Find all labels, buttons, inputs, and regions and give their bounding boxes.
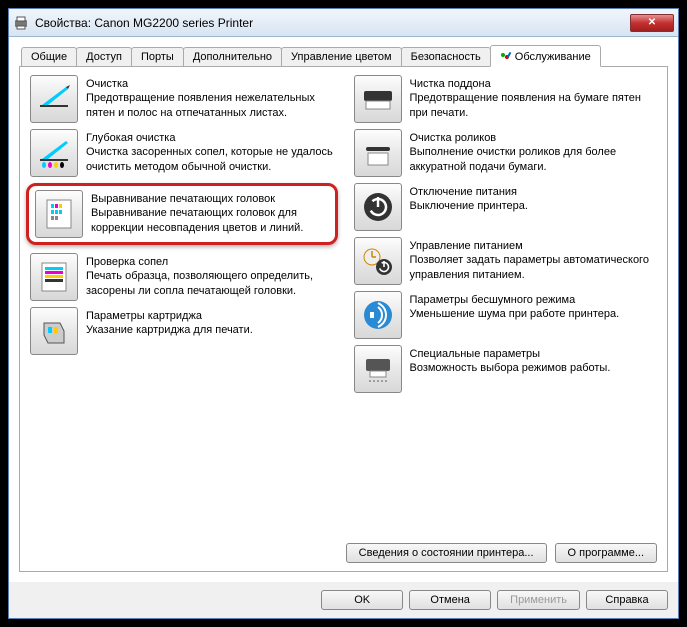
item-title: Выравнивание печатающих головок — [91, 192, 329, 206]
tools-icon — [500, 52, 512, 62]
panel-bottom-row: Сведения о состоянии принтера... О прогр… — [30, 535, 657, 563]
item-desc: Позволяет задать параметры автоматическо… — [410, 253, 658, 282]
titlebar: Свойства: Canon MG2200 series Printer ✕ — [9, 9, 678, 37]
plate-cleaning-button[interactable] — [354, 75, 402, 123]
nozzle-page-icon — [36, 259, 72, 295]
item-desc: Выключение принтера. — [410, 199, 658, 213]
item-text: Параметры бесшумного режима Уменьшение ш… — [410, 291, 658, 322]
about-button[interactable]: О программе... — [555, 543, 657, 563]
item-text: Чистка поддона Предотвращение появления … — [410, 75, 658, 120]
printer-icon — [13, 15, 29, 31]
item-desc: Выравнивание печатающих головок для корр… — [91, 206, 329, 235]
item-special-params: Специальные параметры Возможность выбора… — [354, 345, 658, 393]
item-power-management: Управление питанием Позволяет задать пар… — [354, 237, 658, 285]
apply-button[interactable]: Применить — [497, 590, 580, 610]
item-power-off: Отключение питания Выключение принтера. — [354, 183, 658, 231]
item-text: Управление питанием Позволяет задать пар… — [410, 237, 658, 282]
cancel-button[interactable]: Отмена — [409, 590, 491, 610]
alignment-page-icon — [41, 196, 77, 232]
item-desc: Уменьшение шума при работе принтера. — [410, 307, 658, 321]
item-deep-cleaning: Глубокая очистка Очистка засоренных сопе… — [30, 129, 334, 177]
cartridge-button[interactable] — [30, 307, 78, 355]
item-desc: Указание картриджа для печати. — [86, 323, 334, 337]
item-desc: Возможность выбора режимов работы. — [410, 361, 658, 375]
item-alignment-highlighted: Выравнивание печатающих головок Выравнив… — [26, 183, 338, 245]
item-text: Параметры картриджа Указание картриджа д… — [86, 307, 334, 338]
item-text: Проверка сопел Печать образца, позволяющ… — [86, 253, 334, 298]
item-desc: Печать образца, позволяющего определить,… — [86, 269, 334, 298]
item-text: Специальные параметры Возможность выбора… — [410, 345, 658, 376]
left-column: Очистка Предотвращение появления нежелат… — [30, 75, 334, 535]
wiper-icon — [36, 81, 72, 117]
item-nozzle-check: Проверка сопел Печать образца, позволяющ… — [30, 253, 334, 301]
alignment-button[interactable] — [35, 190, 83, 238]
close-icon: ✕ — [648, 17, 656, 28]
item-title: Очистка роликов — [410, 131, 658, 145]
help-button[interactable]: Справка — [586, 590, 668, 610]
item-roller-cleaning: Очистка роликов Выполнение очистки ролик… — [354, 129, 658, 177]
tab-strip: Общие Доступ Порты Дополнительно Управле… — [19, 45, 668, 67]
item-cartridge: Параметры картриджа Указание картриджа д… — [30, 307, 334, 355]
columns: Очистка Предотвращение появления нежелат… — [30, 75, 657, 535]
tab-security[interactable]: Безопасность — [401, 47, 491, 66]
item-text: Выравнивание печатающих головок Выравнив… — [91, 190, 329, 235]
item-desc: Предотвращение появления на бумаге пятен… — [410, 91, 658, 120]
timer-power-icon — [360, 243, 396, 279]
nozzle-check-button[interactable] — [30, 253, 78, 301]
item-plate-cleaning: Чистка поддона Предотвращение появления … — [354, 75, 658, 123]
tab-maintenance[interactable]: Обслуживание — [490, 45, 601, 67]
wiper-drops-icon — [36, 135, 72, 171]
tab-panel: Очистка Предотвращение появления нежелат… — [19, 67, 668, 572]
tab-maintenance-label: Обслуживание — [515, 51, 591, 63]
item-title: Параметры бесшумного режима — [410, 293, 658, 307]
plate-icon — [360, 81, 396, 117]
item-title: Параметры картриджа — [86, 309, 334, 323]
item-title: Чистка поддона — [410, 77, 658, 91]
roller-icon — [360, 135, 396, 171]
tab-advanced[interactable]: Дополнительно — [183, 47, 282, 66]
quiet-icon — [360, 297, 396, 333]
item-title: Проверка сопел — [86, 255, 334, 269]
close-button[interactable]: ✕ — [630, 14, 674, 32]
tab-sharing[interactable]: Доступ — [76, 47, 132, 66]
printer-status-button[interactable]: Сведения о состоянии принтера... — [346, 543, 547, 563]
deep-cleaning-button[interactable] — [30, 129, 78, 177]
item-text: Очистка роликов Выполнение очистки ролик… — [410, 129, 658, 174]
item-title: Очистка — [86, 77, 334, 91]
item-quiet-mode: Параметры бесшумного режима Уменьшение ш… — [354, 291, 658, 339]
right-column: Чистка поддона Предотвращение появления … — [354, 75, 658, 535]
item-desc: Выполнение очистки роликов для более акк… — [410, 145, 658, 174]
special-params-button[interactable] — [354, 345, 402, 393]
item-text: Отключение питания Выключение принтера. — [410, 183, 658, 214]
item-title: Специальные параметры — [410, 347, 658, 361]
tab-color[interactable]: Управление цветом — [281, 47, 402, 66]
power-icon — [360, 189, 396, 225]
cartridge-icon — [36, 313, 72, 349]
ok-button[interactable]: OK — [321, 590, 403, 610]
quiet-mode-button[interactable] — [354, 291, 402, 339]
tab-general[interactable]: Общие — [21, 47, 77, 66]
item-cleaning: Очистка Предотвращение появления нежелат… — [30, 75, 334, 123]
item-title: Глубокая очистка — [86, 131, 334, 145]
item-title: Управление питанием — [410, 239, 658, 253]
cleaning-button[interactable] — [30, 75, 78, 123]
item-text: Глубокая очистка Очистка засоренных сопе… — [86, 129, 334, 174]
item-text: Очистка Предотвращение появления нежелат… — [86, 75, 334, 120]
tab-ports[interactable]: Порты — [131, 47, 184, 66]
power-management-button[interactable] — [354, 237, 402, 285]
roller-cleaning-button[interactable] — [354, 129, 402, 177]
item-title: Отключение питания — [410, 185, 658, 199]
power-off-button[interactable] — [354, 183, 402, 231]
window-title: Свойства: Canon MG2200 series Printer — [35, 16, 630, 30]
footer: OK Отмена Применить Справка — [9, 582, 678, 618]
item-desc: Очистка засоренных сопел, которые не уда… — [86, 145, 334, 174]
printer-settings-icon — [360, 351, 396, 387]
item-desc: Предотвращение появления нежелательных п… — [86, 91, 334, 120]
window-body: Общие Доступ Порты Дополнительно Управле… — [9, 37, 678, 582]
properties-window: Свойства: Canon MG2200 series Printer ✕ … — [8, 8, 679, 619]
